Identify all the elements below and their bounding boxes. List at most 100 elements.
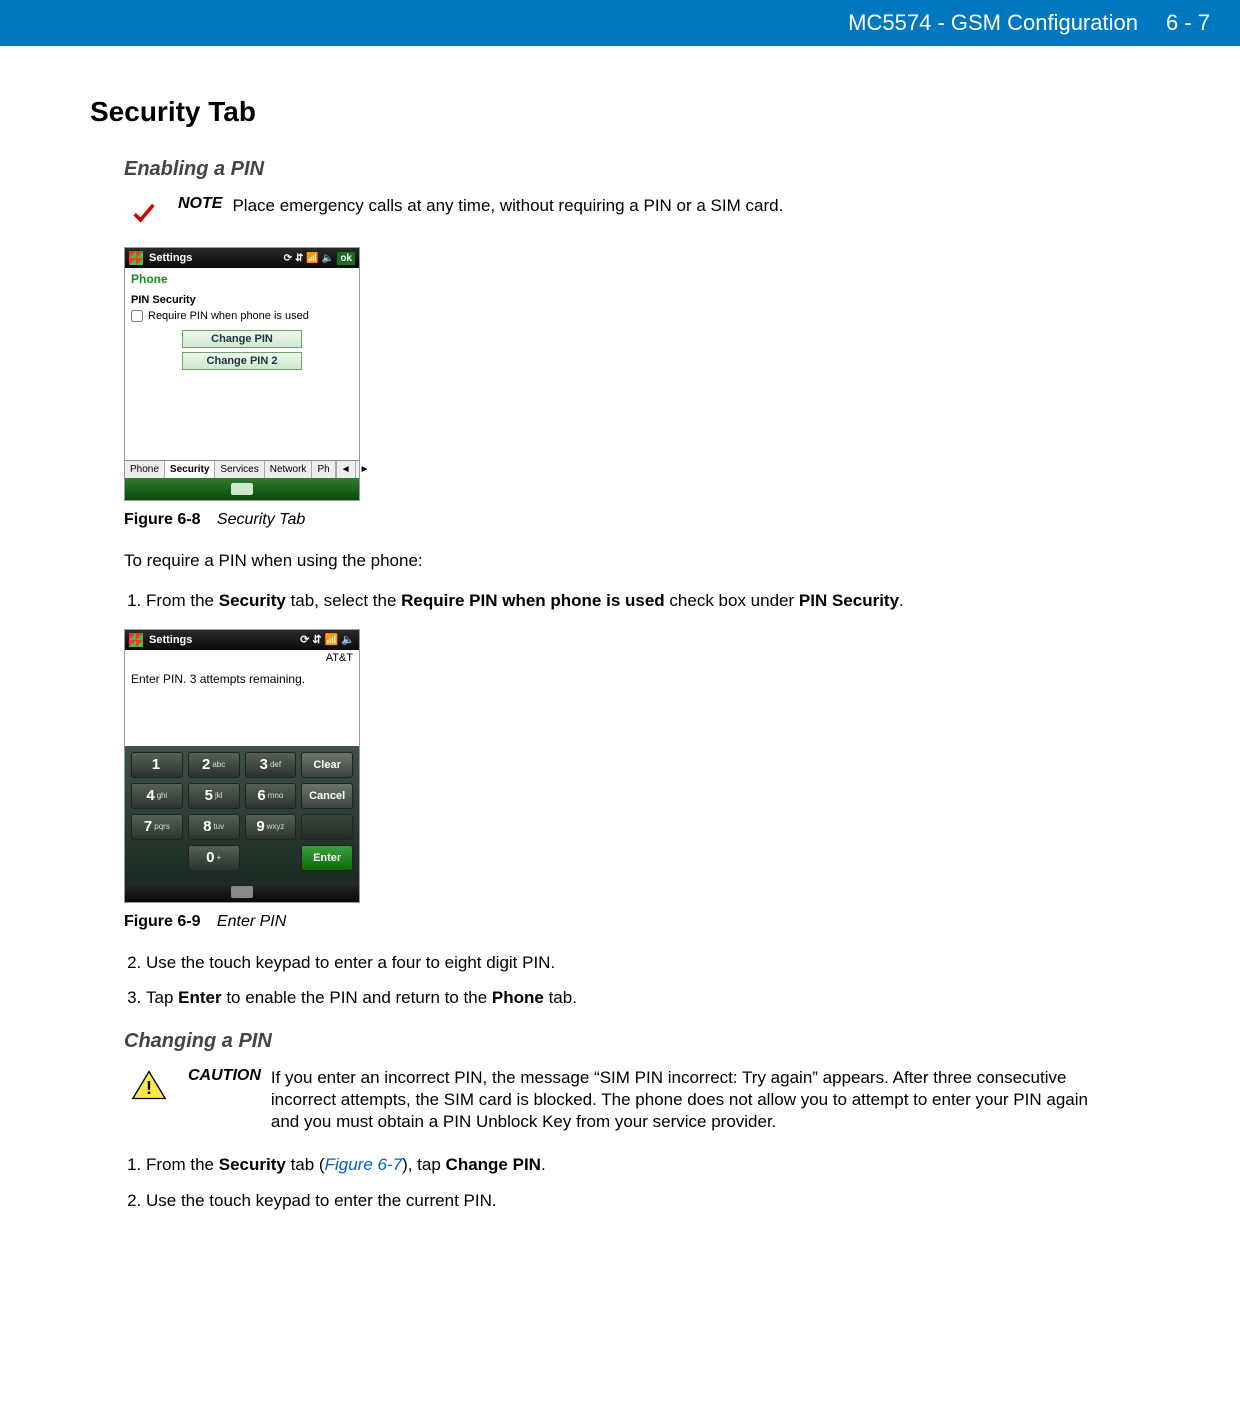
t: Require PIN when phone is used [401,591,665,610]
device2-title: Settings [149,634,300,646]
t: Phone [492,988,544,1007]
key-0[interactable]: 0+ [188,845,240,871]
require-pin-checkbox-label: Require PIN when phone is used [148,310,309,322]
t: tab. [544,988,577,1007]
key-9[interactable]: 9wxyz [245,814,297,840]
t: 3 [260,756,268,773]
tab-scroll-left-icon[interactable]: ◄ [336,461,355,478]
t: 2 [202,756,210,773]
caution-text: If you enter an incorrect PIN, the messa… [271,1067,1091,1133]
t: mno [268,791,284,800]
key-4[interactable]: 4ghi [131,783,183,809]
page-header: MC5574 - GSM Configuration 6 - 7 [0,0,1240,46]
t: tab, select the [286,591,401,610]
ok-button[interactable]: ok [337,252,355,265]
figure-6-8-screenshot: Settings ⟳ ⇵ 📶 🔈 ok Phone PIN Security R… [124,247,360,501]
key-5[interactable]: 5jkl [188,783,240,809]
header-page-number: 6 - 7 [1166,10,1210,36]
caution-icon: ! [124,1067,174,1101]
clear-button[interactable]: Clear [301,752,353,778]
t: 1 [152,756,160,773]
figure-6-7-xref[interactable]: Figure 6-7 [325,1155,402,1174]
enter-button[interactable]: Enter [301,845,353,871]
key-blank [301,814,353,840]
key-7[interactable]: 7pqrs [131,814,183,840]
status-icons: ⟳ ⇵ 📶 🔈 ok [284,252,355,265]
caution-label: CAUTION [188,1067,261,1085]
key-6[interactable]: 6mno [245,783,297,809]
device1-title: Settings [149,252,284,264]
enable-step-1: From the Security tab, select the Requir… [146,589,1150,613]
t: 8 [203,818,211,835]
cancel-button[interactable]: Cancel [301,783,353,809]
t: tab ( [286,1155,325,1174]
touch-keypad: 1 2abc 3def Clear 4ghi 5jkl 6mno Cancel … [125,746,359,882]
require-pin-checkbox-input[interactable] [131,310,143,322]
device2-titlebar: Settings ⟳ ⇵ 📶 🔈 [125,630,359,650]
t: From the [146,1155,219,1174]
tab-phone[interactable]: Phone [125,461,165,478]
t: . [541,1155,546,1174]
enable-intro: To require a PIN when using the phone: [124,549,1150,573]
carrier-label: AT&T [125,650,359,666]
tab-services[interactable]: Services [215,461,264,478]
keyboard-icon[interactable] [231,483,253,495]
volume-icon: 🔈 [322,253,334,264]
page-content: Security Tab Enabling a PIN NOTE Place e… [0,46,1240,1259]
change-steps: From the Security tab (Figure 6-7), tap … [124,1153,1150,1213]
note-label: NOTE [178,195,222,213]
change-pin-button[interactable]: Change PIN [182,330,302,348]
keyboard-icon[interactable] [231,886,253,898]
t: 0 [206,849,214,866]
note-text: Place emergency calls at any time, witho… [232,195,783,217]
enable-steps-2: Use the touch keypad to enter a four to … [124,951,1150,1011]
t: PIN Security [799,591,899,610]
start-icon [129,633,143,647]
t: ), tap [402,1155,445,1174]
t: 7 [144,818,152,835]
tab-scroll-right-icon[interactable]: ► [355,461,374,478]
t: abc [212,760,225,769]
t: Enter [178,988,221,1007]
t: tuv [213,822,224,831]
tab-network[interactable]: Network [265,461,313,478]
figure-6-8-number: Figure 6-8 [124,511,200,528]
t: 6 [257,787,265,804]
t: def [270,760,281,769]
key-1[interactable]: 1 [131,752,183,778]
t: jkl [215,791,223,800]
device2-bottombar [125,882,359,902]
t: pqrs [154,822,170,831]
section-heading: Security Tab [90,96,1150,128]
t: to enable the PIN and return to the [222,988,492,1007]
figure-6-9-number: Figure 6-9 [124,913,200,930]
device1-titlebar: Settings ⟳ ⇵ 📶 🔈 ok [125,248,359,268]
key-8[interactable]: 8tuv [188,814,240,840]
t: + [216,853,221,862]
checkmark-icon [124,195,164,227]
tab-security[interactable]: Security [165,461,215,478]
enable-steps-1: From the Security tab, select the Requir… [124,589,1150,613]
change-pin-2-button[interactable]: Change PIN 2 [182,352,302,370]
key-2[interactable]: 2abc [188,752,240,778]
figure-6-8-caption: Figure 6-8 Security Tab [124,511,1150,529]
t: check box under [665,591,799,610]
change-step-2: Use the touch keypad to enter the curren… [146,1189,1150,1213]
t: Tap [146,988,178,1007]
tab-more[interactable]: Ph [312,461,335,478]
t: 4 [146,787,154,804]
require-pin-checkbox[interactable]: Require PIN when phone is used [131,310,353,322]
enable-step-3: Tap Enter to enable the PIN and return t… [146,986,1150,1010]
t: From the [146,591,219,610]
caution-block: ! CAUTION If you enter an incorrect PIN,… [124,1067,1150,1133]
status-icons: ⟳ ⇵ 📶 🔈 [300,633,355,646]
sync-icon: ⟳ [284,253,292,264]
device1-body: PIN Security Require PIN when phone is u… [125,290,359,460]
connectivity-icon: ⇵ [312,633,321,646]
t: 5 [205,787,213,804]
header-title: MC5574 - GSM Configuration [848,10,1138,36]
subsection-changing-pin: Changing a PIN [124,1030,1150,1053]
t: Change PIN [446,1155,541,1174]
figure-6-8-title: Security Tab [217,511,305,528]
key-3[interactable]: 3def [245,752,297,778]
